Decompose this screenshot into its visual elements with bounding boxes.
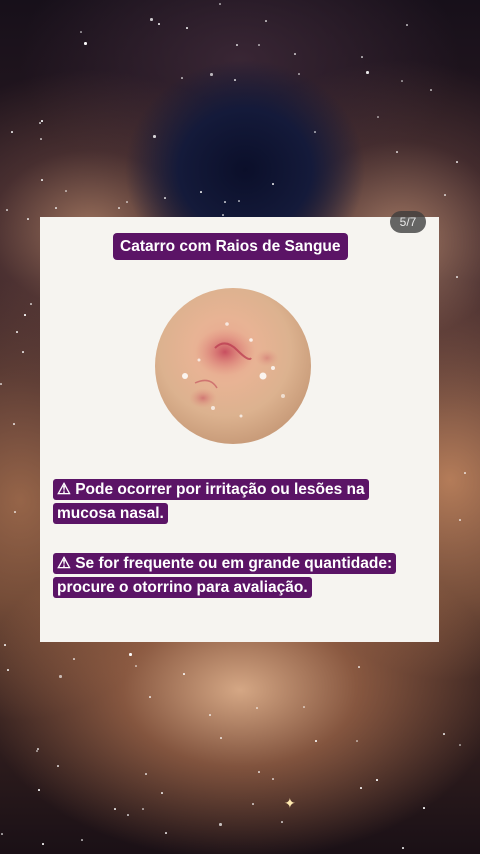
background-star	[186, 27, 188, 29]
background-star	[298, 73, 300, 75]
background-star	[183, 673, 185, 675]
background-star	[258, 44, 260, 46]
background-star	[24, 314, 26, 316]
background-star	[356, 740, 358, 742]
background-star	[4, 644, 6, 646]
background-star	[129, 653, 132, 656]
background-star	[142, 808, 144, 810]
background-star	[443, 733, 445, 735]
background-star	[36, 750, 38, 752]
background-star	[13, 423, 15, 425]
background-star	[256, 707, 258, 709]
background-star	[135, 665, 137, 667]
background-star	[402, 847, 404, 849]
background-star	[41, 120, 43, 122]
background-star	[360, 787, 362, 789]
background-star	[423, 807, 425, 809]
background-star	[149, 696, 151, 698]
background-star	[16, 331, 18, 333]
background-star	[210, 73, 213, 76]
background-star	[265, 20, 267, 22]
background-star	[459, 744, 461, 746]
slide-title: Catarro com Raios de Sangue	[113, 233, 348, 260]
sparkle-star-icon: ✦	[284, 796, 296, 812]
background-star	[396, 151, 398, 153]
background-star	[224, 201, 226, 203]
background-star	[57, 765, 59, 767]
background-star	[65, 190, 67, 192]
background-star	[165, 832, 167, 834]
background-star	[118, 207, 120, 209]
background-star	[358, 666, 360, 668]
background-star	[456, 276, 458, 278]
background-star	[252, 803, 254, 805]
background-star	[145, 773, 147, 775]
background-star	[150, 18, 153, 21]
background-star	[401, 80, 403, 82]
background-star	[366, 71, 369, 74]
background-star	[459, 519, 461, 521]
background-star	[236, 44, 238, 46]
background-star	[11, 131, 13, 133]
background-star	[1, 833, 3, 835]
background-star	[0, 383, 2, 385]
background-star	[14, 511, 16, 513]
background-star	[272, 778, 274, 780]
background-star	[41, 179, 43, 181]
background-star	[219, 3, 221, 5]
background-star	[38, 789, 40, 791]
background-star	[376, 779, 378, 781]
background-star	[303, 706, 305, 708]
background-star	[314, 131, 316, 133]
background-star	[430, 89, 432, 91]
background-star	[315, 740, 317, 742]
background-star	[222, 214, 224, 216]
background-star	[6, 209, 8, 211]
background-star	[7, 669, 9, 671]
mucus-photo	[155, 288, 311, 444]
note-irritation: ⚠ Pode ocorrer por irritação ou lesões n…	[53, 478, 413, 526]
background-star	[209, 714, 211, 716]
background-star	[181, 77, 183, 79]
background-star	[84, 42, 87, 45]
note-irritation-text: ⚠ Pode ocorrer por irritação ou lesões n…	[53, 479, 369, 524]
background-star	[30, 303, 32, 305]
background-star	[464, 472, 466, 474]
background-star	[272, 183, 274, 185]
background-star	[81, 839, 83, 841]
background-star	[158, 23, 160, 25]
background-star	[27, 218, 29, 220]
background-star	[361, 56, 363, 58]
note-see-doctor: ⚠ Se for frequente ou em grande quantida…	[53, 552, 413, 600]
background-star	[406, 24, 408, 26]
note-see-doctor-text: ⚠ Se for frequente ou em grande quantida…	[53, 553, 397, 598]
background-star	[55, 207, 57, 209]
slide-counter: 5/7	[390, 211, 426, 233]
background-star	[127, 814, 129, 816]
background-star	[234, 79, 236, 81]
background-star	[126, 201, 128, 203]
background-star	[153, 135, 156, 138]
background-star	[164, 197, 166, 199]
background-star	[377, 116, 379, 118]
background-star	[161, 792, 163, 794]
background-star	[39, 122, 41, 124]
background-star	[294, 53, 296, 55]
background-star	[281, 821, 283, 823]
background-star	[238, 200, 240, 202]
background-star	[220, 737, 222, 739]
background-star	[80, 31, 82, 33]
background-star	[42, 843, 44, 845]
background-star	[219, 823, 222, 826]
background-star	[22, 351, 24, 353]
background-star	[444, 194, 446, 196]
background-star	[258, 771, 260, 773]
background-star	[114, 808, 116, 810]
background-star	[456, 161, 458, 163]
background-star	[73, 658, 75, 660]
background-star	[200, 191, 202, 193]
background-star	[59, 675, 62, 678]
background-star	[40, 138, 42, 140]
